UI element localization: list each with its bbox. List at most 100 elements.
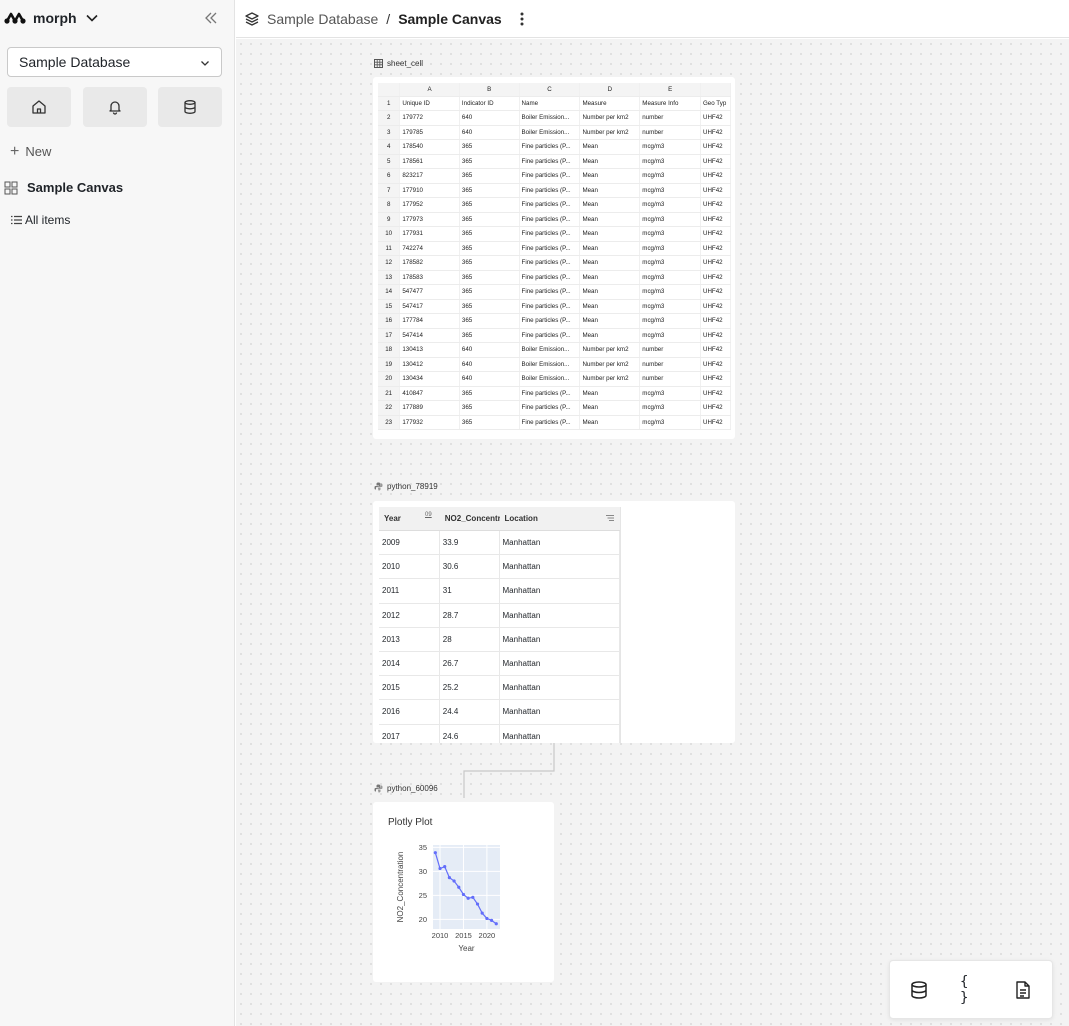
sheet-cell[interactable]: Mean: [579, 415, 641, 430]
table-cell[interactable]: 2014: [379, 651, 440, 676]
sheet-cell[interactable]: Measure Info: [639, 96, 701, 111]
sheet-cell[interactable]: 177784: [399, 313, 460, 329]
sheet-cell[interactable]: Unique ID: [399, 96, 460, 111]
sheet-cell[interactable]: Measure: [579, 96, 641, 111]
row-number[interactable]: 10: [378, 226, 401, 242]
sheet-cell[interactable]: Mean: [579, 212, 641, 227]
table-node[interactable]: Year 09 NO2_Concentr Location 2009 33.9 Ma…: [373, 501, 735, 743]
table-cell[interactable]: Manhattan: [500, 724, 620, 743]
sheet-cell[interactable]: Geo Typ: [700, 96, 731, 111]
canvas-area[interactable]: sheet_cell ABCDE 1 Unique ID Indicator ID N…: [236, 39, 1069, 1026]
sheet-cell[interactable]: UHF42: [700, 212, 731, 227]
table-cell[interactable]: 2016: [379, 700, 440, 724]
sheet-cell[interactable]: Mean: [579, 241, 641, 256]
sheet-cell[interactable]: 178583: [399, 270, 460, 285]
table-cell[interactable]: 33.9: [440, 531, 500, 555]
row-number[interactable]: 2: [378, 110, 401, 126]
sheet-cell[interactable]: mcg/m3: [639, 139, 701, 155]
database-button[interactable]: [158, 87, 222, 127]
sheet-cell[interactable]: 177932: [399, 415, 460, 430]
sheet-cell[interactable]: 179785: [399, 125, 460, 140]
sheet-cell[interactable]: mcg/m3: [639, 183, 701, 198]
sheet-cell[interactable]: 365: [459, 415, 520, 430]
row-number[interactable]: 20: [378, 371, 401, 387]
sheet-cell[interactable]: UHF42: [700, 284, 731, 300]
sheet-cell[interactable]: number: [639, 110, 701, 126]
sheet-cell[interactable]: 177931: [399, 226, 460, 242]
sheet-cell[interactable]: Fine particles (P...: [519, 139, 581, 155]
sheet-cell[interactable]: Mean: [579, 299, 641, 314]
sheet-cell[interactable]: UHF42: [700, 226, 731, 242]
table-row[interactable]: 2011 31 Manhattan: [379, 579, 620, 604]
sheet-cell[interactable]: Boiler Emission...: [519, 110, 581, 126]
sheet-cell[interactable]: Mean: [579, 154, 641, 169]
sheet-cell[interactable]: mcg/m3: [639, 313, 701, 329]
line-chart[interactable]: 2010 2015 202020253035YearNO2_Concentratio…: [373, 802, 554, 982]
sheet-cell[interactable]: 640: [459, 125, 520, 140]
row-number[interactable]: 13: [378, 270, 401, 285]
sheet-cell[interactable]: UHF42: [700, 139, 731, 155]
sheet-cell[interactable]: Mean: [579, 400, 641, 416]
sheet-cell[interactable]: 365: [459, 183, 520, 198]
sheet-cell[interactable]: Fine particles (P...: [519, 299, 581, 314]
column-letter-header[interactable]: E: [639, 83, 701, 97]
sheet-cell[interactable]: mcg/m3: [639, 299, 701, 314]
table-cell[interactable]: 2012: [379, 603, 440, 627]
sheet-cell[interactable]: 365: [459, 154, 520, 169]
sheet-cell[interactable]: 177952: [399, 197, 460, 213]
sheet-cell[interactable]: 547477: [399, 284, 460, 300]
column-letter-header[interactable]: A: [399, 83, 460, 97]
table-cell[interactable]: 2013: [379, 627, 440, 651]
more-options-icon[interactable]: [520, 12, 524, 26]
row-number[interactable]: 16: [378, 313, 401, 329]
column-letter-header[interactable]: [700, 83, 731, 97]
plot-node-label[interactable]: python_60096: [374, 784, 438, 793]
sheet-cell[interactable]: 130434: [399, 371, 460, 387]
sheet-cell[interactable]: mcg/m3: [639, 415, 701, 430]
sheet-cell[interactable]: Mean: [579, 226, 641, 242]
table-cell[interactable]: Manhattan: [500, 603, 620, 627]
sheet-cell[interactable]: 130412: [399, 357, 460, 372]
sheet-cell[interactable]: 640: [459, 110, 520, 126]
row-number[interactable]: 19: [378, 357, 401, 372]
add-document-button[interactable]: [1012, 979, 1034, 1001]
sheet-cell[interactable]: UHF42: [700, 255, 731, 271]
table-row[interactable]: 2014 26.7 Manhattan: [379, 651, 620, 677]
table-node-label[interactable]: python_78919: [374, 482, 438, 491]
sidebar-item-sample-canvas[interactable]: Sample Canvas: [4, 180, 123, 195]
column-letter-header[interactable]: D: [579, 83, 641, 97]
sheet-cell[interactable]: UHF42: [700, 241, 731, 256]
sheet-cell[interactable]: mcg/m3: [639, 255, 701, 271]
sheet-cell[interactable]: Number per km2: [579, 110, 641, 126]
sheet-cell[interactable]: Fine particles (P...: [519, 154, 581, 169]
column-letter-header[interactable]: C: [519, 83, 581, 97]
table-cell[interactable]: 28.7: [440, 603, 500, 627]
sheet-cell[interactable]: number: [639, 357, 701, 372]
sheet-cell[interactable]: 177973: [399, 212, 460, 227]
sheet-cell[interactable]: Fine particles (P...: [519, 241, 581, 256]
database-select[interactable]: Sample Database: [7, 47, 222, 77]
table-cell[interactable]: Manhattan: [500, 627, 620, 651]
table-row[interactable]: 2016 24.4 Manhattan: [379, 700, 620, 725]
row-number[interactable]: 18: [378, 342, 401, 358]
sheet-cell[interactable]: Mean: [579, 284, 641, 300]
table-cell[interactable]: Manhattan: [500, 579, 620, 603]
row-number[interactable]: 5: [378, 154, 401, 169]
sheet-cell[interactable]: 365: [459, 328, 520, 343]
sheet-cell[interactable]: 365: [459, 212, 520, 227]
sheet-cell[interactable]: mcg/m3: [639, 212, 701, 227]
sheet-cell[interactable]: 179772: [399, 110, 460, 126]
sheet-cell[interactable]: Number per km2: [579, 371, 641, 387]
sheet-cell[interactable]: 177889: [399, 400, 460, 416]
table-row[interactable]: 2010 30.6 Manhattan: [379, 555, 620, 580]
row-number[interactable]: 7: [378, 183, 401, 198]
column-letter-header[interactable]: B: [459, 83, 520, 97]
sheet-cell[interactable]: Fine particles (P...: [519, 386, 581, 401]
row-number[interactable]: 3: [378, 125, 401, 140]
home-button[interactable]: [7, 87, 71, 127]
sheet-cell[interactable]: Fine particles (P...: [519, 270, 581, 285]
sheet-cell[interactable]: 640: [459, 371, 520, 387]
column-header-year[interactable]: Year 09: [379, 507, 440, 530]
sheet-cell[interactable]: Fine particles (P...: [519, 168, 581, 184]
sheet-cell[interactable]: Mean: [579, 386, 641, 401]
